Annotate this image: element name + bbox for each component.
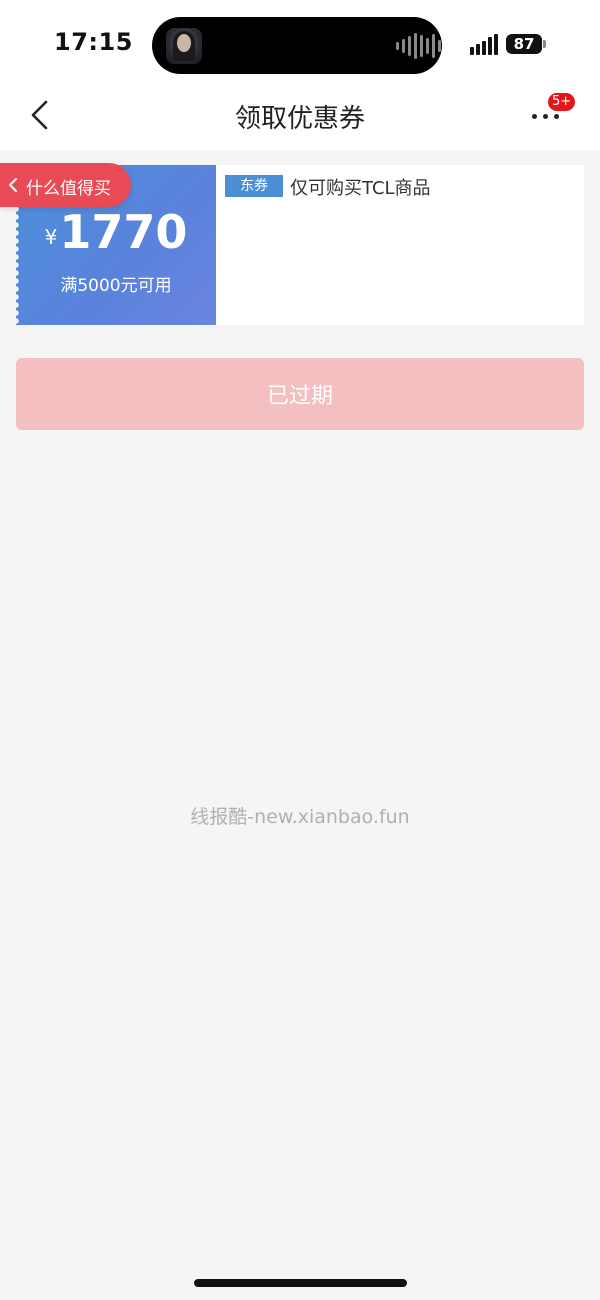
dynamic-island[interactable]: [152, 17, 442, 74]
page-title: 领取优惠券: [234, 104, 365, 134]
notification-badge: 5+: [548, 93, 576, 111]
watermark-text: 线报酷-new.xianbao.fun: [190, 806, 410, 828]
screen: 17:15 87 领取优惠券 5+ ¥1770 满5000元可用 东券 仅可购买…: [0, 0, 600, 1300]
battery-icon: 87: [506, 34, 542, 54]
coupon-description: 仅可购买TCL商品: [290, 178, 431, 199]
battery-cap: [543, 40, 546, 48]
navigation-bar: 领取优惠券: [0, 80, 600, 150]
chevron-left-icon: [9, 178, 17, 192]
currency-symbol: ¥: [44, 225, 58, 249]
coupon-condition: 满5000元可用: [60, 276, 172, 296]
home-indicator[interactable]: [194, 1279, 407, 1287]
status-bar: 17:15 87: [0, 0, 600, 80]
coupon-amount: ¥1770: [16, 205, 216, 259]
status-time: 17:15: [54, 28, 133, 56]
return-app-label: 什么值得买: [26, 179, 111, 199]
battery-level: 87: [513, 35, 535, 53]
return-to-app-pill[interactable]: 什么值得买: [0, 163, 131, 207]
now-playing-artwork[interactable]: [166, 28, 202, 64]
cellular-signal-icon: [470, 33, 498, 55]
expired-button[interactable]: 已过期: [16, 358, 584, 430]
coupon-type-tag: 东券: [225, 175, 283, 197]
audio-waveform-icon: [396, 31, 441, 61]
coupon-value: 1770: [59, 205, 188, 259]
